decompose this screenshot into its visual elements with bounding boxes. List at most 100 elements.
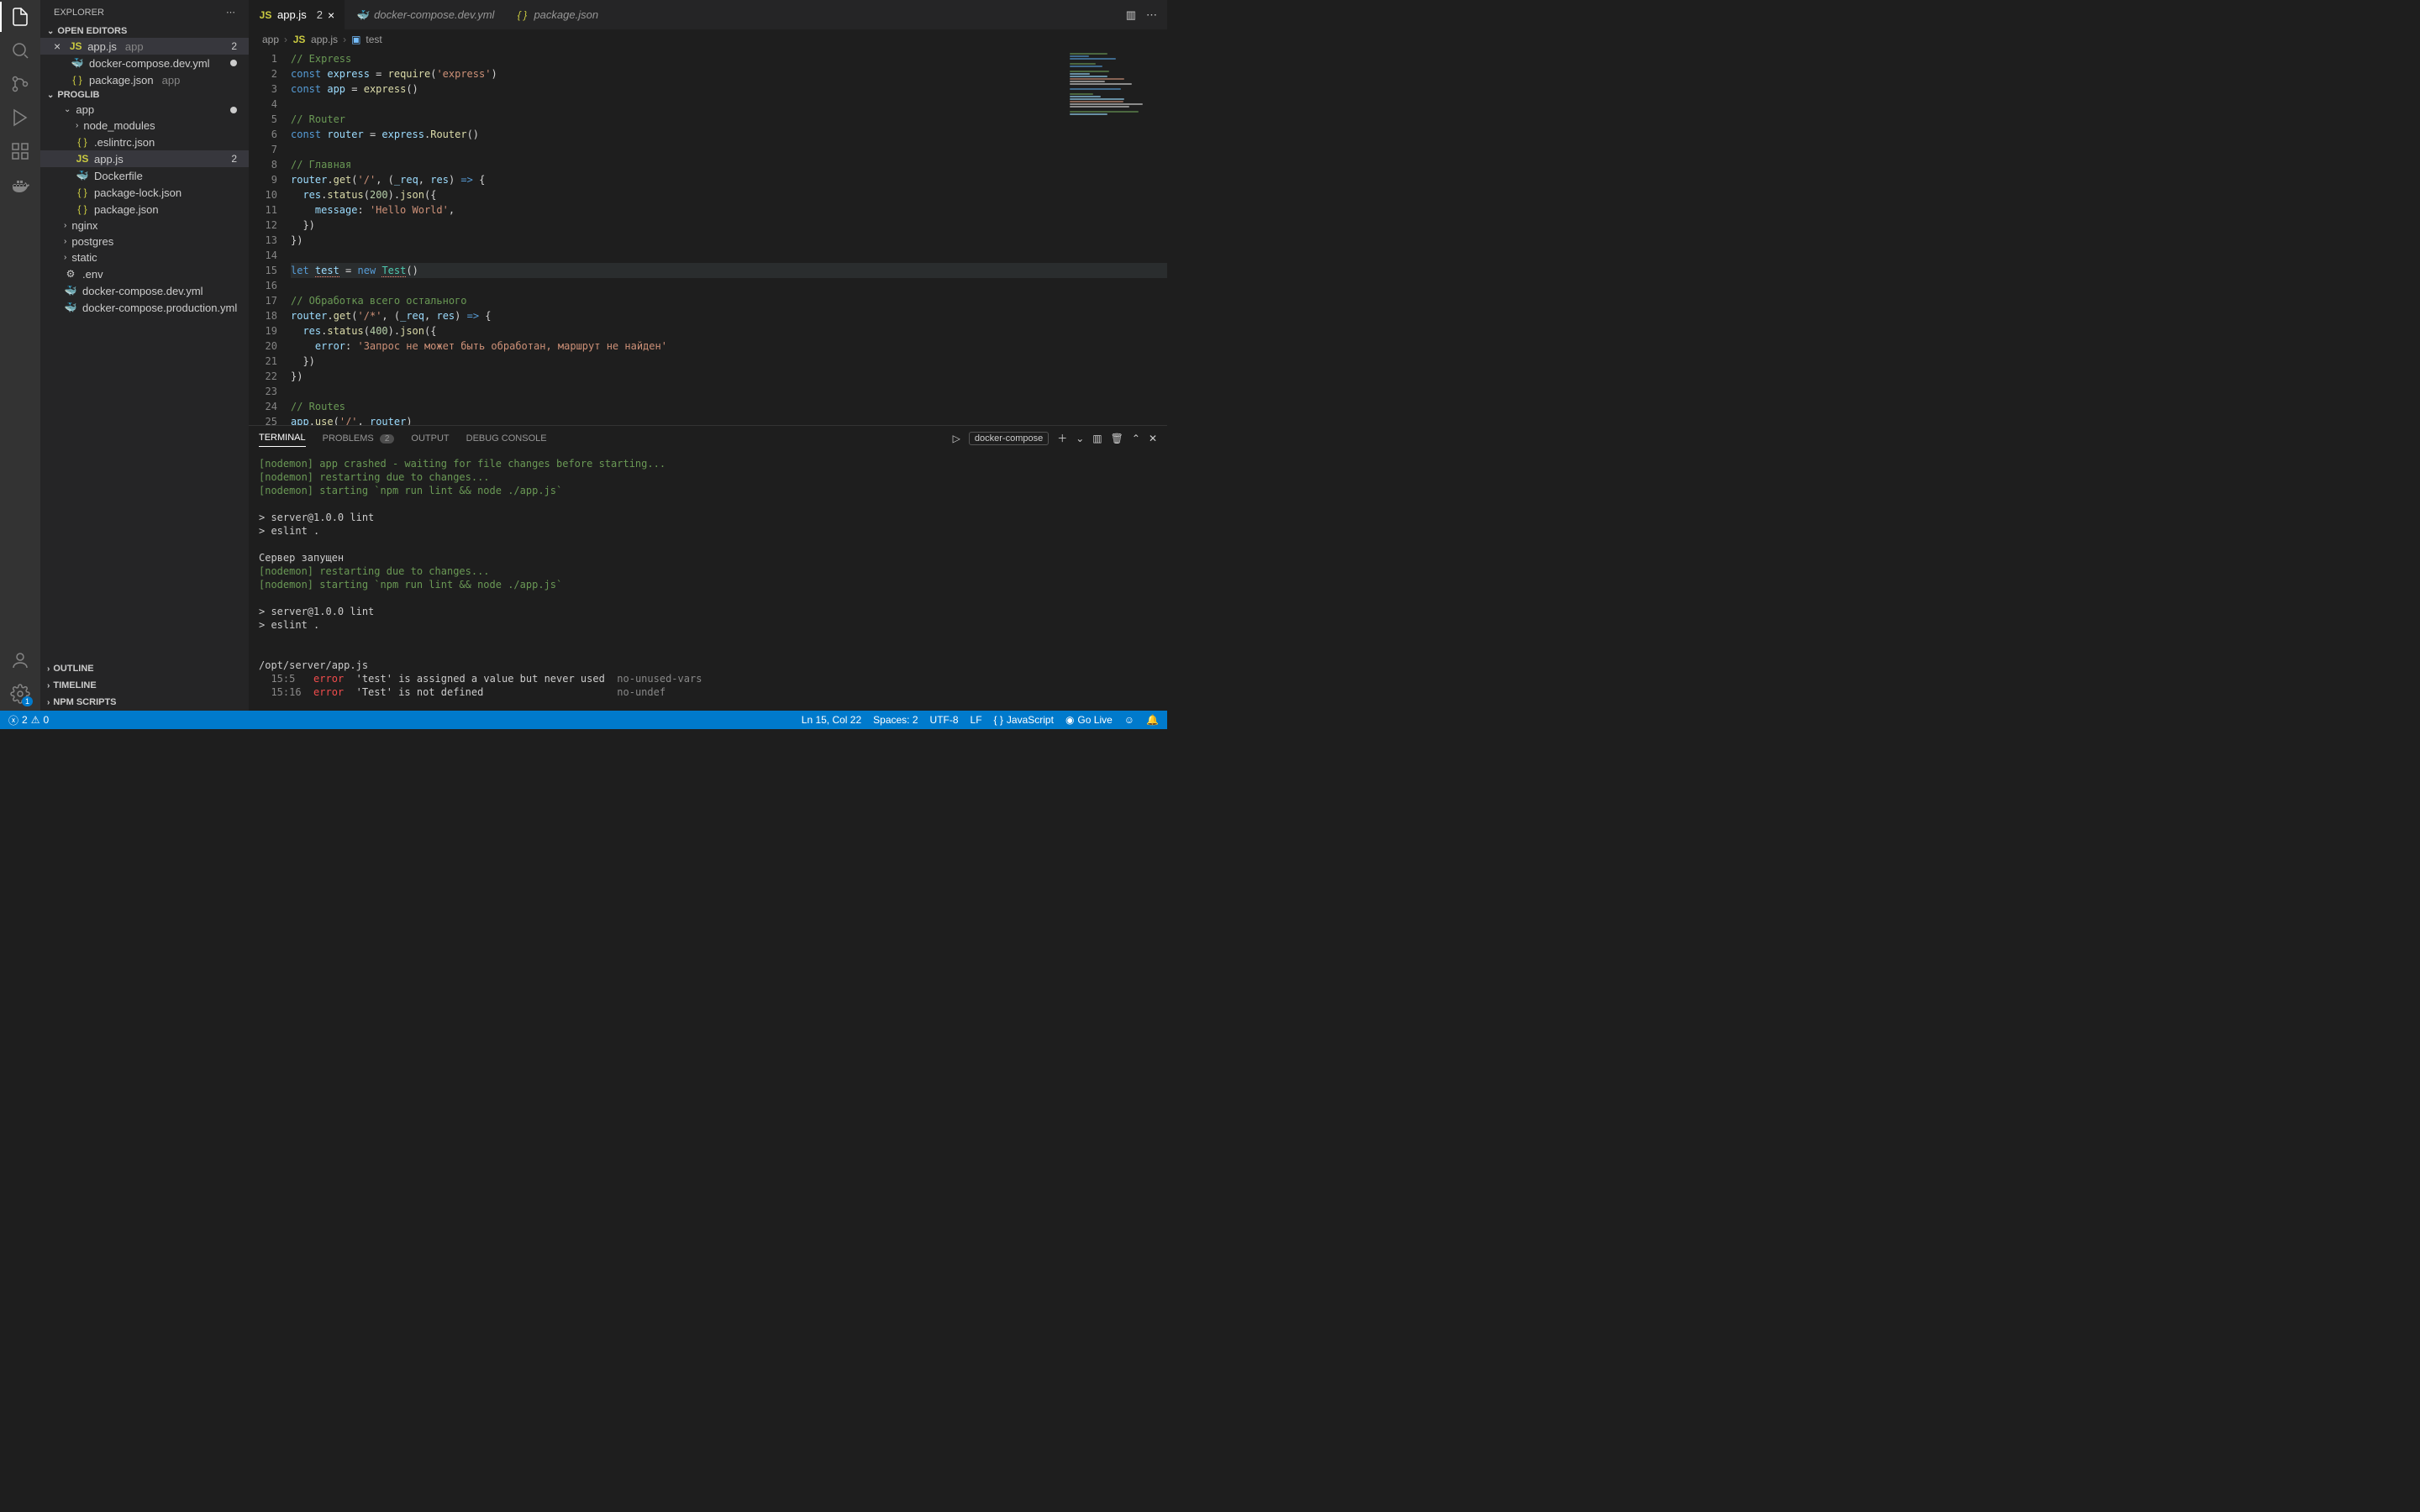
file-name: Dockerfile xyxy=(94,170,143,182)
settings-icon[interactable]: 1 xyxy=(10,684,30,704)
kill-terminal-icon[interactable]: 🗑 xyxy=(1111,433,1123,444)
new-terminal-icon[interactable]: ＋ xyxy=(1057,431,1067,445)
close-icon[interactable]: × xyxy=(328,8,334,22)
outline-section[interactable]: › OUTLINE xyxy=(40,660,249,677)
accounts-icon[interactable] xyxy=(10,650,30,670)
search-icon[interactable] xyxy=(10,40,30,60)
file-name: package-lock.json xyxy=(94,186,182,199)
chevron-down-icon: ⌄ xyxy=(47,27,54,36)
status-bell-icon[interactable]: 🔔 xyxy=(1146,714,1159,726)
tab-output[interactable]: OUTPUT xyxy=(411,430,449,447)
folder-item[interactable]: ⌄ app xyxy=(40,102,249,118)
file-name: package.json xyxy=(94,203,159,216)
chevron-right-icon: › xyxy=(76,121,78,130)
file-item[interactable]: 🐳docker-compose.production.yml xyxy=(40,299,249,316)
timeline-section[interactable]: › TIMELINE xyxy=(40,677,249,694)
editor-area: JS app.js 2 × 🐳docker-compose.dev.yml{ }pack… xyxy=(249,0,1167,711)
activity-bar: 1 xyxy=(0,0,40,711)
chevron-right-icon: › xyxy=(47,681,50,690)
extensions-icon[interactable] xyxy=(10,141,30,161)
file-item[interactable]: ⚙.env xyxy=(40,265,249,282)
status-spaces[interactable]: Spaces: 2 xyxy=(873,714,918,726)
editor-tab[interactable]: { }package.json xyxy=(505,0,609,29)
split-terminal-icon[interactable]: ▥ xyxy=(1092,433,1102,444)
file-name: docker-compose.dev.yml xyxy=(82,285,203,297)
folder-item[interactable]: › node_modules xyxy=(40,118,249,134)
docker-icon[interactable] xyxy=(10,175,30,195)
folder-item[interactable]: ›nginx xyxy=(40,218,249,234)
terminal-dropdown-icon[interactable]: ⌄ xyxy=(1076,433,1084,444)
workspace-section[interactable]: ⌄ PROGLIB xyxy=(40,88,249,102)
file-item[interactable]: 🐳Dockerfile xyxy=(40,167,249,184)
editor-tabs: JSapp.js2×🐳docker-compose.dev.yml{ }pack… xyxy=(249,0,1167,29)
open-editor-item[interactable]: ×JSapp.jsapp2 xyxy=(40,38,249,55)
file-item[interactable]: { }package.json xyxy=(40,201,249,218)
split-editor-icon[interactable]: ▥ xyxy=(1126,8,1136,22)
editor-tab[interactable]: JSapp.js2× xyxy=(249,0,345,29)
status-language[interactable]: { }JavaScript xyxy=(994,714,1054,726)
folder-name: app xyxy=(76,103,94,116)
file-name: docker-compose.dev.yml xyxy=(89,57,210,70)
close-icon[interactable]: × xyxy=(54,39,60,53)
terminal-name[interactable]: docker-compose xyxy=(969,432,1049,445)
tab-debug-console[interactable]: DEBUG CONSOLE xyxy=(466,430,547,447)
file-item[interactable]: JSapp.js2 xyxy=(40,150,249,167)
file-name: package.json xyxy=(89,74,154,87)
close-panel-icon[interactable]: ✕ xyxy=(1149,433,1157,444)
status-errors[interactable]: ⓧ2 ⚠0 xyxy=(8,713,49,727)
file-dir: app xyxy=(125,40,144,53)
open-editors-section[interactable]: ⌄ OPEN EDITORS xyxy=(40,24,249,38)
run-debug-icon[interactable] xyxy=(10,108,30,128)
settings-badge: 1 xyxy=(22,696,33,706)
chevron-right-icon: › xyxy=(64,237,66,246)
folder-item[interactable]: ›postgres xyxy=(40,234,249,249)
status-encoding[interactable]: UTF-8 xyxy=(930,714,959,726)
code-editor[interactable]: 1234567891011121314151617181920212223242… xyxy=(249,50,1167,425)
breadcrumb[interactable]: app › JS app.js › ▣ test xyxy=(249,29,1167,50)
file-name: docker-compose.production.yml xyxy=(82,302,237,314)
terminal-content[interactable]: [nodemon] app crashed - waiting for file… xyxy=(249,450,1167,711)
tab-label: app.js xyxy=(277,8,307,21)
status-feedback-icon[interactable]: ☺ xyxy=(1124,714,1134,726)
folder-name: nginx xyxy=(71,219,97,232)
open-editor-item[interactable]: 🐳docker-compose.dev.yml xyxy=(40,55,249,71)
chevron-right-icon: › xyxy=(64,253,66,262)
warning-icon: ⚠ xyxy=(31,714,40,726)
tab-terminal[interactable]: TERMINAL xyxy=(259,429,306,447)
sidebar: EXPLORER ⋯ ⌄ OPEN EDITORS ×JSapp.jsapp2🐳… xyxy=(40,0,249,711)
bottom-panel: TERMINAL PROBLEMS 2 OUTPUT DEBUG CONSOLE… xyxy=(249,425,1167,711)
file-item[interactable]: { }package-lock.json xyxy=(40,184,249,201)
chevron-down-icon: ⌄ xyxy=(64,105,71,114)
tab-problems[interactable]: PROBLEMS 2 xyxy=(323,430,395,447)
problem-count: 2 xyxy=(231,153,242,165)
source-control-icon[interactable] xyxy=(10,74,30,94)
maximize-panel-icon[interactable]: ⌃ xyxy=(1132,433,1140,444)
problem-count: 2 xyxy=(317,8,323,21)
status-eol[interactable]: LF xyxy=(971,714,982,726)
explorer-icon[interactable] xyxy=(10,7,30,27)
editor-tab[interactable]: 🐳docker-compose.dev.yml xyxy=(345,0,505,29)
symbol-icon: ▣ xyxy=(351,34,360,45)
explorer-more-icon[interactable]: ⋯ xyxy=(226,7,235,18)
npm-scripts-section[interactable]: › NPM SCRIPTS xyxy=(40,694,249,711)
terminal-launch-icon[interactable]: ▷ xyxy=(953,433,960,444)
file-item[interactable]: 🐳docker-compose.dev.yml xyxy=(40,282,249,299)
open-editor-item[interactable]: { }package.jsonapp xyxy=(40,71,249,88)
tab-label: package.json xyxy=(534,8,598,21)
status-ln-col[interactable]: Ln 15, Col 22 xyxy=(802,714,861,726)
minimap[interactable] xyxy=(1066,50,1167,425)
file-item[interactable]: { }.eslintrc.json xyxy=(40,134,249,150)
more-actions-icon[interactable]: ⋯ xyxy=(1146,8,1157,22)
js-file-icon: JS xyxy=(292,33,306,46)
status-golive[interactable]: ◉Go Live xyxy=(1065,714,1113,726)
file-dir: app xyxy=(162,74,181,87)
chevron-down-icon: ⌄ xyxy=(47,91,54,100)
folder-name: node_modules xyxy=(83,119,155,132)
status-bar: ⓧ2 ⚠0 Ln 15, Col 22 Spaces: 2 UTF-8 LF {… xyxy=(0,711,1167,729)
problem-count: 2 xyxy=(231,40,242,52)
braces-icon: { } xyxy=(994,714,1003,726)
folder-name: static xyxy=(71,251,97,264)
file-name: .env xyxy=(82,268,103,281)
folder-item[interactable]: › static xyxy=(40,249,249,265)
chevron-right-icon: › xyxy=(284,34,287,45)
